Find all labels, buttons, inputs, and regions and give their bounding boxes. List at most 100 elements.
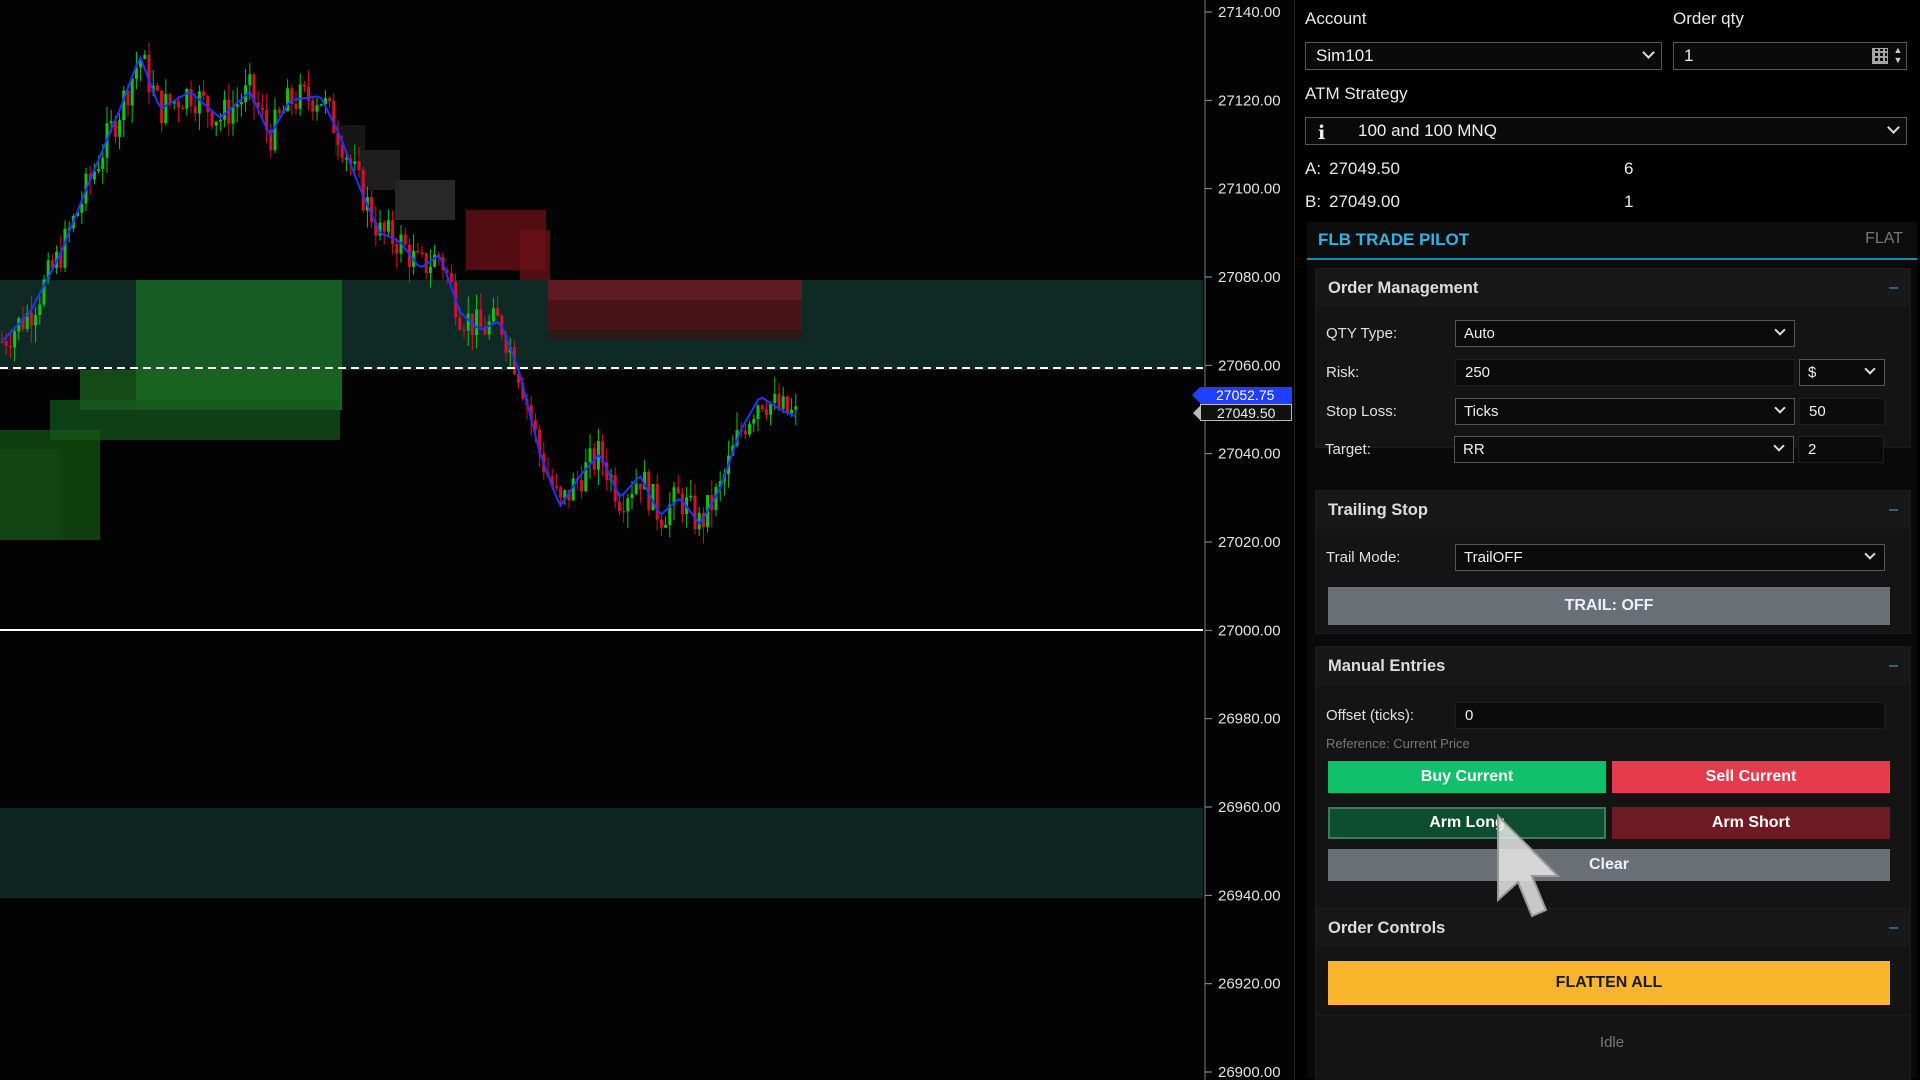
- candle-body: [743, 430, 747, 435]
- risk-unit-value: $: [1808, 364, 1817, 381]
- candle-body: [302, 84, 306, 87]
- account-select[interactable]: Sim101: [1305, 42, 1662, 70]
- candle-body: [176, 101, 180, 108]
- last-price-tag: 27049.50: [1193, 404, 1292, 421]
- manual-entries-header[interactable]: Manual Entries –: [1316, 647, 1910, 685]
- target-select[interactable]: RR: [1454, 436, 1794, 463]
- candle-body: [638, 483, 642, 490]
- candle-body: [559, 487, 563, 498]
- ask-price-tag: 27052.75: [1192, 387, 1292, 404]
- candle-body: [496, 308, 500, 316]
- candle-body: [4, 341, 8, 346]
- candle-body: [332, 100, 336, 134]
- arm-short-button[interactable]: Arm Short: [1612, 807, 1890, 839]
- mouse-cursor-icon: [1497, 813, 1561, 918]
- collapse-icon[interactable]: –: [1889, 919, 1898, 937]
- candle-body: [277, 109, 281, 114]
- target-amount-input[interactable]: 2: [1798, 436, 1884, 463]
- trail-toggle-button[interactable]: TRAIL: OFF: [1328, 587, 1890, 625]
- offset-ticks-input[interactable]: 0: [1455, 702, 1885, 729]
- collapse-icon[interactable]: –: [1889, 279, 1898, 297]
- risk-input[interactable]: 250: [1455, 359, 1795, 386]
- bid-row-size: 1: [1624, 192, 1634, 211]
- account-select-value: Sim101: [1316, 46, 1374, 65]
- candle-body: [118, 120, 122, 137]
- demand-zone: [0, 808, 1203, 898]
- price-axis-label: 27080.00: [1218, 269, 1281, 286]
- calculator-icon[interactable]: [1872, 48, 1888, 64]
- atm-strategy-select[interactable]: i 100 and 100 MNQ: [1305, 117, 1907, 145]
- candle-body: [588, 448, 592, 463]
- candle-body: [790, 409, 794, 414]
- order-management-header[interactable]: Order Management –: [1316, 269, 1910, 307]
- bid-row-label: B:: [1305, 192, 1322, 211]
- candle-body: [193, 106, 197, 114]
- price-chart[interactable]: 27140.00 27120.00 27100.00 27080.00 27060.00…: [0, 0, 1294, 1080]
- candle-body: [420, 252, 424, 254]
- order-controls-section: Order Controls – FLATTEN ALL: [1315, 908, 1911, 1016]
- candle-body: [626, 498, 630, 512]
- candle-body: [311, 100, 315, 112]
- candle-body: [655, 483, 659, 520]
- risk-label: Risk:: [1326, 364, 1360, 381]
- candle-body: [206, 95, 210, 113]
- chevron-down-icon: [1864, 548, 1876, 560]
- price-axis-label: 26900.00: [1218, 1064, 1281, 1080]
- candle-body: [353, 161, 357, 165]
- risk-unit-select[interactable]: $: [1799, 359, 1885, 386]
- price-axis-label: 27100.00: [1218, 181, 1281, 198]
- order-qty-value: 1: [1684, 46, 1694, 65]
- price-axis-label: 26940.00: [1218, 887, 1281, 904]
- trailing-stop-header[interactable]: Trailing Stop –: [1316, 491, 1910, 529]
- candle-body: [584, 462, 588, 492]
- trail-mode-select[interactable]: TrailOFF: [1455, 544, 1885, 571]
- candle-body: [328, 98, 332, 101]
- supply-zone: [548, 300, 802, 340]
- target-value: RR: [1463, 441, 1485, 458]
- ask-row-label: A:: [1305, 159, 1322, 178]
- supply-zone: [520, 230, 550, 280]
- qty-type-value: Auto: [1464, 325, 1495, 342]
- stop-loss-amount-input[interactable]: 50: [1799, 398, 1885, 425]
- arm-long-button[interactable]: Arm Long: [1328, 807, 1606, 839]
- trade-pilot-title: FLB TRADE PILOT: [1318, 230, 1470, 249]
- candle-body: [785, 396, 789, 414]
- candle-body: [554, 486, 558, 488]
- price-axis-label: 26920.00: [1218, 976, 1281, 993]
- candle-body: [449, 273, 453, 282]
- candle-body: [622, 510, 626, 513]
- candle-body: [777, 394, 781, 409]
- collapse-icon[interactable]: –: [1889, 657, 1898, 675]
- clear-button[interactable]: Clear: [1328, 849, 1890, 881]
- candle-body: [164, 94, 168, 124]
- buy-current-button[interactable]: Buy Current: [1328, 761, 1606, 793]
- candle-body: [617, 501, 621, 511]
- chevron-down-icon: [1773, 440, 1785, 452]
- candle-body: [458, 317, 462, 330]
- candle-body: [403, 234, 407, 245]
- stop-loss-select[interactable]: Ticks: [1455, 398, 1795, 425]
- flatten-all-button[interactable]: FLATTEN ALL: [1328, 961, 1890, 1005]
- candle-body: [248, 74, 252, 86]
- candle-body: [428, 266, 432, 274]
- volume-zone: [0, 450, 60, 540]
- candle-body: [487, 321, 491, 335]
- order-controls-header[interactable]: Order Controls –: [1316, 909, 1910, 947]
- candle-body: [294, 103, 298, 109]
- collapse-icon[interactable]: –: [1889, 501, 1898, 519]
- price-axis-label: 26980.00: [1218, 711, 1281, 728]
- qty-type-select[interactable]: Auto: [1455, 320, 1795, 347]
- offset-ticks-label: Offset (ticks):: [1326, 707, 1415, 724]
- candle-body: [689, 495, 693, 498]
- sell-current-button[interactable]: Sell Current: [1612, 761, 1890, 793]
- spinner-arrows-icon[interactable]: ▲ ▼: [1892, 45, 1904, 67]
- info-icon[interactable]: i: [1318, 120, 1325, 146]
- chevron-down-icon: [1642, 46, 1655, 59]
- candlestick-chart-canvas[interactable]: 27140.00 27120.00 27100.00 27080.00 27060.00…: [0, 0, 1294, 1080]
- candle-body: [756, 405, 760, 419]
- order-qty-field[interactable]: 1 ▲ ▼: [1673, 42, 1907, 70]
- candle-body: [8, 345, 12, 348]
- candle-body: [752, 418, 756, 424]
- trailing-stop-title: Trailing Stop: [1328, 501, 1428, 519]
- candle-body: [630, 493, 634, 499]
